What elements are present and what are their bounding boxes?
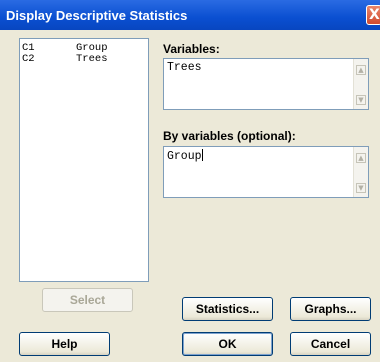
close-icon: X — [369, 7, 380, 23]
help-button[interactable]: Help — [19, 332, 110, 356]
select-button[interactable]: Select — [42, 288, 133, 312]
close-button[interactable]: X — [366, 5, 380, 25]
by-variables-label: By variables (optional): — [163, 129, 296, 143]
by-variables-scrollbar[interactable]: ▲ ▼ — [353, 147, 368, 197]
variable-list[interactable]: C1 Group C2 Trees — [19, 38, 149, 282]
dialog-title: Display Descriptive Statistics — [6, 8, 188, 23]
down-arrow-icon[interactable]: ▼ — [356, 95, 366, 105]
list-item-column: C2 — [22, 53, 35, 65]
text-caret — [201, 149, 203, 161]
variables-scrollbar[interactable]: ▲ ▼ — [353, 59, 368, 109]
down-arrow-icon[interactable]: ▼ — [356, 183, 366, 193]
graphs-button[interactable]: Graphs... — [290, 297, 371, 321]
statistics-button[interactable]: Statistics... — [182, 297, 273, 321]
ok-button[interactable]: OK — [182, 332, 273, 356]
by-variables-text: Group — [167, 150, 202, 163]
list-item-name: Trees — [76, 53, 108, 65]
by-variables-value: Group — [167, 149, 203, 163]
up-arrow-icon[interactable]: ▲ — [356, 153, 366, 163]
cancel-button[interactable]: Cancel — [290, 332, 371, 356]
variables-label: Variables: — [163, 42, 220, 56]
title-bar[interactable]: Display Descriptive Statistics X — [0, 0, 380, 30]
dialog-window: Display Descriptive Statistics X C1 Grou… — [0, 0, 380, 362]
by-variables-field[interactable]: Group ▲ ▼ — [163, 146, 369, 198]
variables-value: Trees — [167, 61, 202, 74]
up-arrow-icon[interactable]: ▲ — [356, 65, 366, 75]
variables-field[interactable]: Trees ▲ ▼ — [163, 58, 369, 110]
